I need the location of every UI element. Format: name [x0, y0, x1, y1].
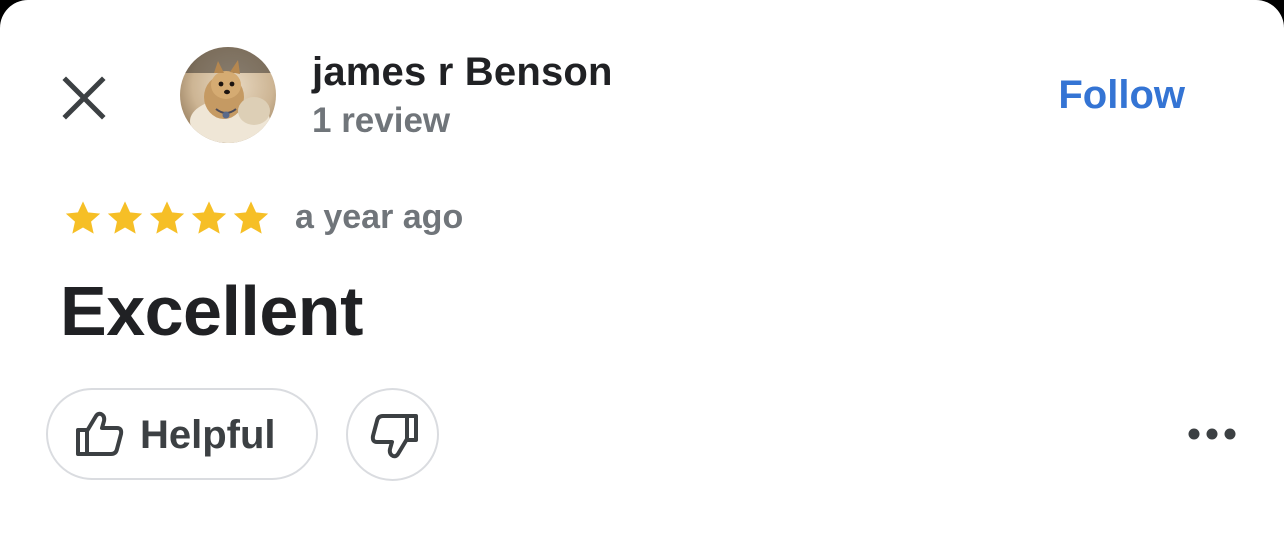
star-icon: [149, 201, 185, 234]
star-icon: [191, 201, 227, 234]
star-rating: [62, 196, 272, 240]
close-icon: [62, 76, 106, 120]
review-text: Excellent: [60, 272, 363, 350]
avatar-photo: [180, 47, 276, 143]
star-icon: [65, 201, 101, 234]
star-icon: [233, 201, 269, 234]
avatar[interactable]: [180, 47, 276, 143]
not-helpful-button[interactable]: [346, 388, 439, 481]
thumbs-up-icon: [76, 411, 124, 456]
review-count: 1 review: [312, 101, 451, 140]
review-card: james r Benson 1 review Follow a year ag…: [0, 0, 1284, 540]
more-horizontal-icon: [1188, 428, 1236, 440]
helpful-button[interactable]: Helpful: [46, 388, 318, 480]
more-options-button[interactable]: [1180, 414, 1244, 454]
helpful-label: Helpful: [140, 413, 276, 457]
star-icon: [107, 201, 143, 234]
reviewer-name[interactable]: james r Benson: [312, 50, 613, 95]
close-button[interactable]: [56, 70, 112, 126]
thumbs-down-icon: [370, 414, 418, 459]
follow-button[interactable]: Follow: [1058, 73, 1185, 118]
review-date: a year ago: [295, 198, 464, 236]
